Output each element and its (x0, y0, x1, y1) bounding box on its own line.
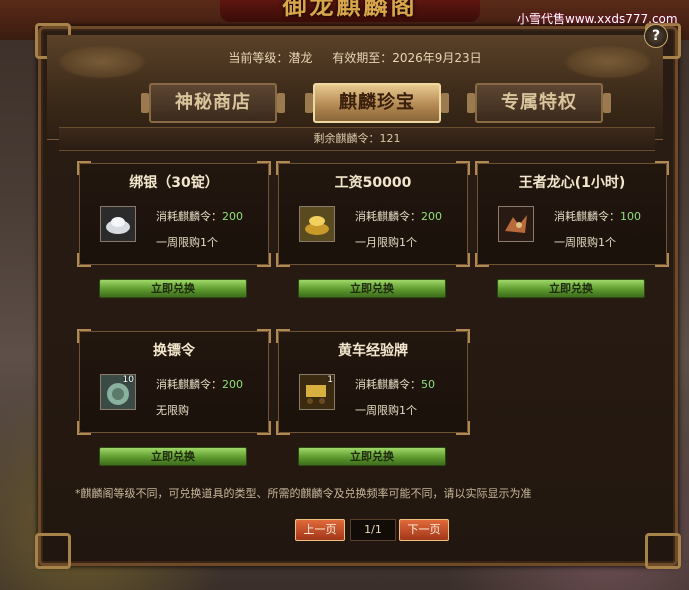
page-indicator: 1/1 (350, 519, 396, 541)
cost-value: 200 (421, 210, 442, 223)
pagination: 上一页 1/1 下一页 (41, 519, 675, 541)
prev-page-button[interactable]: 上一页 (295, 519, 345, 541)
silver-ingot-icon[interactable] (100, 206, 136, 242)
exchange-button[interactable]: 立即兑换 (298, 279, 446, 298)
card-corner (257, 421, 271, 435)
item-cost: 消耗麒麟令：50 (355, 376, 435, 392)
card-corner (276, 421, 290, 435)
next-page-button[interactable]: 下一页 (399, 519, 449, 541)
cost-label: 消耗麒麟令： (156, 378, 222, 391)
cost-label: 消耗麒麟令： (156, 210, 222, 223)
exchange-button[interactable]: 立即兑换 (99, 279, 247, 298)
item-cost: 消耗麒麟令：200 (156, 376, 243, 392)
item-limit: 一周限购1个 (355, 404, 417, 417)
tab-label: 专属特权 (501, 92, 577, 113)
window-title-banner: 御龙麒麟阁 (220, 0, 480, 22)
card-corner (77, 421, 91, 435)
remaining-tokens-bar: 剩余麒麟令：121 (59, 127, 655, 151)
tab-label: 麒麟珍宝 (339, 92, 415, 113)
item-title: 工资50000 (334, 175, 412, 191)
item-card: 绑银（30锭） 消耗麒麟令：200 一周限购1个 (77, 161, 271, 267)
tab-exclusive-privilege[interactable]: 专属特权 (467, 83, 611, 123)
tab-mystery-shop[interactable]: 神秘商店 (141, 83, 285, 123)
item-limit: 一周限购1个 (554, 236, 616, 249)
cart-exp-card-icon[interactable]: 1 (299, 374, 335, 410)
item-card: 工资50000 消耗麒麟令：200 一月限购1个 (276, 161, 470, 267)
cost-label: 消耗麒麟令： (355, 210, 421, 223)
gold-coins-icon[interactable] (299, 206, 335, 242)
footnote: *麒麟阁等级不同，可兑换道具的类型、所需的麒麟令及兑换频率可能不同，请以实际显示… (75, 487, 532, 500)
card-corner (655, 253, 669, 267)
cost-value: 200 (222, 378, 243, 391)
status-line: 当前等级：潜龙 有效期至：2026年9月23日 (47, 49, 663, 66)
card-corner (77, 253, 91, 267)
current-level: 当前等级：潜龙 (228, 51, 313, 65)
item-quantity: 10 (122, 375, 134, 385)
tab-cap-right (277, 93, 285, 113)
help-icon[interactable]: ? (644, 24, 668, 48)
card-corner (276, 253, 290, 267)
cost-value: 200 (222, 210, 243, 223)
item-limit: 一月限购1个 (355, 236, 417, 249)
item-title: 黄车经验牌 (338, 343, 408, 359)
tab-cap-left (305, 93, 313, 113)
tab-label: 神秘商店 (175, 92, 251, 113)
panel-header: 当前等级：潜龙 有效期至：2026年9月23日 神秘商店 麒麟珍宝 专属特权 (47, 35, 663, 140)
item-title: 绑银（30锭） (129, 175, 219, 191)
expiry-date: 有效期至：2026年9月23日 (332, 51, 482, 65)
dragon-heart-icon[interactable] (498, 206, 534, 242)
item-card: 王者龙心(1小时) 消耗麒麟令：100 一周限购1个 (475, 161, 669, 267)
tab-cap-right (603, 93, 611, 113)
exchange-button[interactable]: 立即兑换 (497, 279, 645, 298)
tab-cap-left (467, 93, 475, 113)
item-quantity: 1 (327, 375, 333, 385)
card-corner (456, 421, 470, 435)
item-card: 黄车经验牌 1 消耗麒麟令：50 一周限购1个 (276, 329, 470, 435)
tab-qilin-treasure[interactable]: 麒麟珍宝 (305, 83, 449, 123)
tab-cap-left (141, 93, 149, 113)
item-title: 换镖令 (153, 343, 195, 359)
card-corner (475, 253, 489, 267)
item-cost: 消耗麒麟令：100 (554, 208, 641, 224)
item-title: 王者龙心(1小时) (518, 175, 626, 191)
item-limit: 一周限购1个 (156, 236, 218, 249)
card-corner (456, 253, 470, 267)
qilin-pavilion-panel: 当前等级：潜龙 有效期至：2026年9月23日 神秘商店 麒麟珍宝 专属特权 剩… (35, 23, 681, 569)
escort-token-icon[interactable]: 10 (100, 374, 136, 410)
tab-cap-right (441, 93, 449, 113)
remaining-tokens: 剩余麒麟令：121 (313, 132, 401, 145)
item-limit: 无限购 (156, 404, 189, 417)
cost-value: 50 (421, 378, 435, 391)
cost-value: 100 (620, 210, 641, 223)
item-card: 换镖令 10 消耗麒麟令：200 无限购 (77, 329, 271, 435)
exchange-button[interactable]: 立即兑换 (298, 447, 446, 466)
card-corner (257, 253, 271, 267)
exchange-button[interactable]: 立即兑换 (99, 447, 247, 466)
item-cost: 消耗麒麟令：200 (355, 208, 442, 224)
cost-label: 消耗麒麟令： (554, 210, 620, 223)
item-cost: 消耗麒麟令：200 (156, 208, 243, 224)
cost-label: 消耗麒麟令： (355, 378, 421, 391)
